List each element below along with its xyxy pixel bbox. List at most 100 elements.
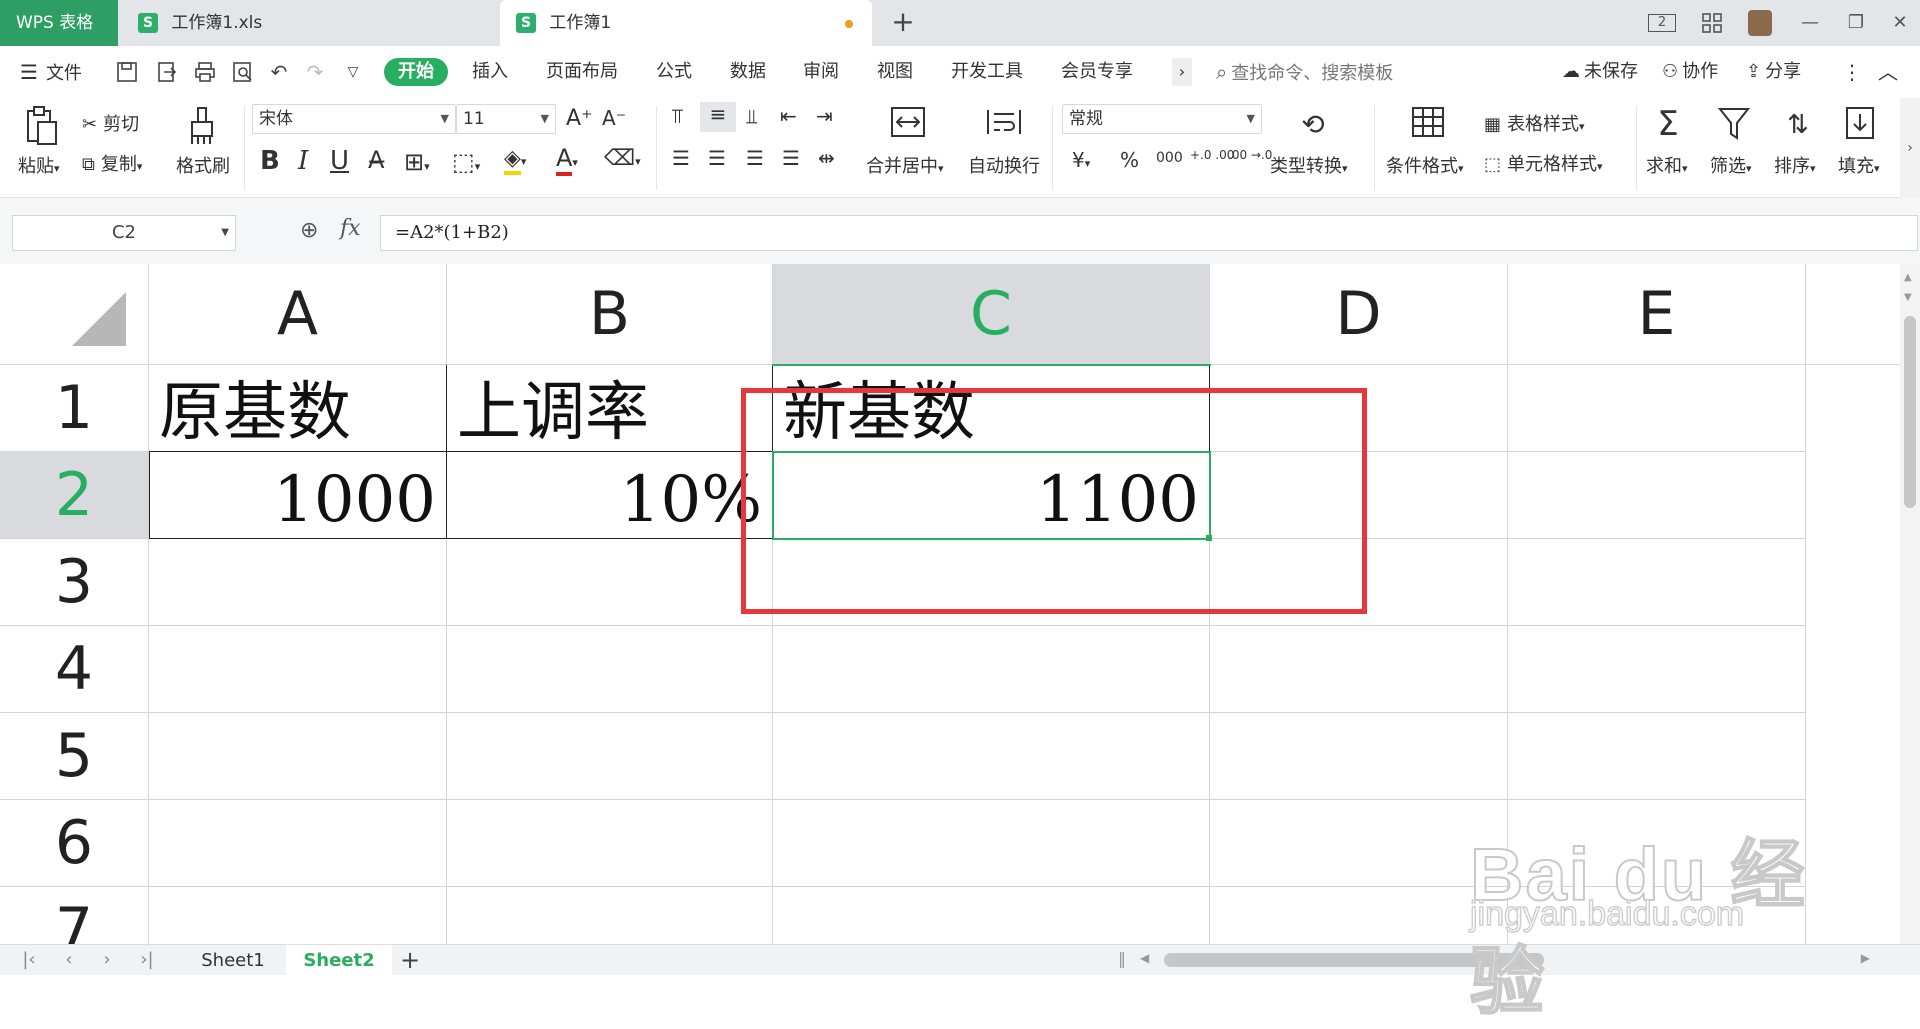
cell-a1[interactable]: 原基数 <box>149 365 447 452</box>
cell-e3[interactable] <box>1508 539 1806 626</box>
more-menu-button[interactable]: › <box>1172 58 1192 86</box>
column-header-a[interactable]: A <box>149 264 447 365</box>
cut-button[interactable]: ✂ 剪切 <box>82 110 139 136</box>
page-count-button[interactable]: 2 <box>1642 0 1682 46</box>
copy-button[interactable]: ⧉ 复制▾ <box>82 150 142 176</box>
cell-b5[interactable] <box>447 713 773 800</box>
export-icon[interactable] <box>156 61 178 83</box>
wrap-text-icon[interactable] <box>984 106 1024 142</box>
grid-view-icon[interactable] <box>1694 0 1730 46</box>
row-header-7[interactable]: 7 <box>0 887 149 944</box>
underline-icon[interactable]: U <box>330 146 349 176</box>
row-header-2[interactable]: 2 <box>0 452 149 539</box>
font-name-select[interactable]: 宋体 ▼ <box>252 104 456 134</box>
last-sheet-icon[interactable]: ›| <box>136 945 158 976</box>
split-handle-icon[interactable]: ‖ <box>1118 949 1126 968</box>
number-format-select[interactable]: 常规 ▼ <box>1062 104 1262 134</box>
format-painter-icon[interactable] <box>186 106 220 146</box>
save-icon[interactable] <box>116 61 138 83</box>
align-right-icon[interactable]: ☰ <box>746 146 764 170</box>
increase-font-icon[interactable]: A⁺ <box>566 106 593 131</box>
paste-button[interactable]: 粘贴▾ <box>18 152 60 178</box>
currency-button[interactable]: ¥▾ <box>1072 148 1090 172</box>
align-left-icon[interactable]: ☰ <box>672 146 690 170</box>
decrease-indent-icon[interactable]: ⇤ <box>780 104 797 128</box>
fill-button[interactable]: 填充▾ <box>1838 152 1880 178</box>
column-header-c[interactable]: C <box>773 264 1210 365</box>
percent-button[interactable]: % <box>1120 148 1139 172</box>
cell-a3[interactable] <box>149 539 447 626</box>
menu-developer[interactable]: 开发工具 <box>951 58 1023 86</box>
sheet-tab-sheet2[interactable]: Sheet2 <box>286 945 392 976</box>
align-bottom-icon[interactable]: ⫫ <box>746 104 757 128</box>
cell-c7[interactable] <box>773 887 1210 944</box>
share-button[interactable]: ⇪ 分享 <box>1746 58 1801 86</box>
restore-icon[interactable]: ❐ <box>1836 0 1876 46</box>
column-header-b[interactable]: B <box>447 264 773 365</box>
menu-page-layout[interactable]: 页面布局 <box>546 58 618 86</box>
bold-icon[interactable]: B <box>260 146 280 176</box>
undo-icon[interactable]: ↶ <box>268 61 290 83</box>
collapse-ribbon-icon[interactable]: ︿ <box>1878 58 1898 86</box>
clear-format-icon[interactable]: ⌫▾ <box>604 146 641 171</box>
menu-home[interactable]: 开始 <box>384 58 448 86</box>
italic-icon[interactable]: I <box>298 146 308 176</box>
row-header-6[interactable]: 6 <box>0 800 149 887</box>
column-header-d[interactable]: D <box>1210 264 1508 365</box>
cell-fill-pattern-icon[interactable]: ⬚▾ <box>452 148 480 176</box>
scroll-left-icon[interactable]: ◀ <box>1140 951 1149 965</box>
horizontal-scroll-thumb[interactable] <box>1164 953 1544 967</box>
decrease-decimal-button[interactable]: .00 →.0 <box>1228 148 1272 162</box>
menu-review[interactable]: 审阅 <box>803 58 839 86</box>
zoom-formula-icon[interactable]: ⊕ <box>300 218 318 243</box>
add-sheet-button[interactable]: + <box>396 945 424 976</box>
cell-c6[interactable] <box>773 800 1210 887</box>
next-sheet-icon[interactable]: › <box>96 945 118 976</box>
redo-icon[interactable]: ↷ <box>304 61 326 83</box>
strikethrough-icon[interactable]: A̶ <box>368 146 384 174</box>
cell-style-button[interactable]: ⬚ 单元格样式▾ <box>1484 150 1603 176</box>
cell-e7[interactable] <box>1508 887 1806 944</box>
cell-b3[interactable] <box>447 539 773 626</box>
merge-center-button[interactable]: 合并居中▾ <box>866 152 944 178</box>
cell-b1[interactable]: 上调率 <box>447 365 773 452</box>
more-options-icon[interactable]: ⋮ <box>1842 58 1862 86</box>
cell-a7[interactable] <box>149 887 447 944</box>
conditional-format-button[interactable]: 条件格式▾ <box>1386 152 1464 178</box>
print-preview-icon[interactable] <box>232 61 254 83</box>
insert-function-button[interactable]: fx <box>340 216 361 241</box>
table-style-button[interactable]: ▦ 表格样式▾ <box>1484 110 1585 136</box>
cell-d6[interactable] <box>1210 800 1508 887</box>
sort-button[interactable]: 排序▾ <box>1774 152 1816 178</box>
conditional-format-icon[interactable] <box>1408 106 1448 142</box>
merge-center-icon[interactable] <box>888 106 928 142</box>
collaborate-button[interactable]: ⚇ 协作 <box>1662 58 1718 86</box>
cell-d5[interactable] <box>1210 713 1508 800</box>
menu-member[interactable]: 会员专享 <box>1061 58 1133 86</box>
cell-b2[interactable]: 10% <box>447 452 773 539</box>
increase-indent-icon[interactable]: ⇥ <box>816 104 833 128</box>
increase-decimal-button[interactable]: +.0 .00 <box>1190 148 1234 162</box>
print-icon[interactable] <box>194 61 216 83</box>
app-home-tab[interactable]: WPS 表格 <box>0 0 118 46</box>
sort-icon[interactable]: ⇅ <box>1780 106 1816 144</box>
align-center-icon[interactable]: ☰ <box>708 146 726 170</box>
horizontal-scrollbar[interactable]: ◀ ▶ <box>1140 951 1870 967</box>
decrease-font-icon[interactable]: A⁻ <box>602 106 626 130</box>
font-color-icon[interactable]: A▾ <box>556 144 578 176</box>
cell-a6[interactable] <box>149 800 447 887</box>
filter-button[interactable]: 筛选▾ <box>1710 152 1752 178</box>
align-top-icon[interactable]: ⫪ <box>672 104 683 128</box>
menu-formulas[interactable]: 公式 <box>656 58 692 86</box>
row-header-1[interactable]: 1 <box>0 365 149 452</box>
column-header-e[interactable]: E <box>1508 264 1806 365</box>
justify-icon[interactable]: ☰ <box>782 146 800 170</box>
cell-b4[interactable] <box>447 626 773 713</box>
thousands-separator-button[interactable]: 000 <box>1156 150 1183 166</box>
column-header-f[interactable] <box>1806 264 1900 365</box>
row-header-3[interactable]: 3 <box>0 539 149 626</box>
wrap-text-button[interactable]: 自动换行 <box>968 152 1040 178</box>
cell-b7[interactable] <box>447 887 773 944</box>
cell-e5[interactable] <box>1508 713 1806 800</box>
avatar[interactable] <box>1744 0 1776 46</box>
